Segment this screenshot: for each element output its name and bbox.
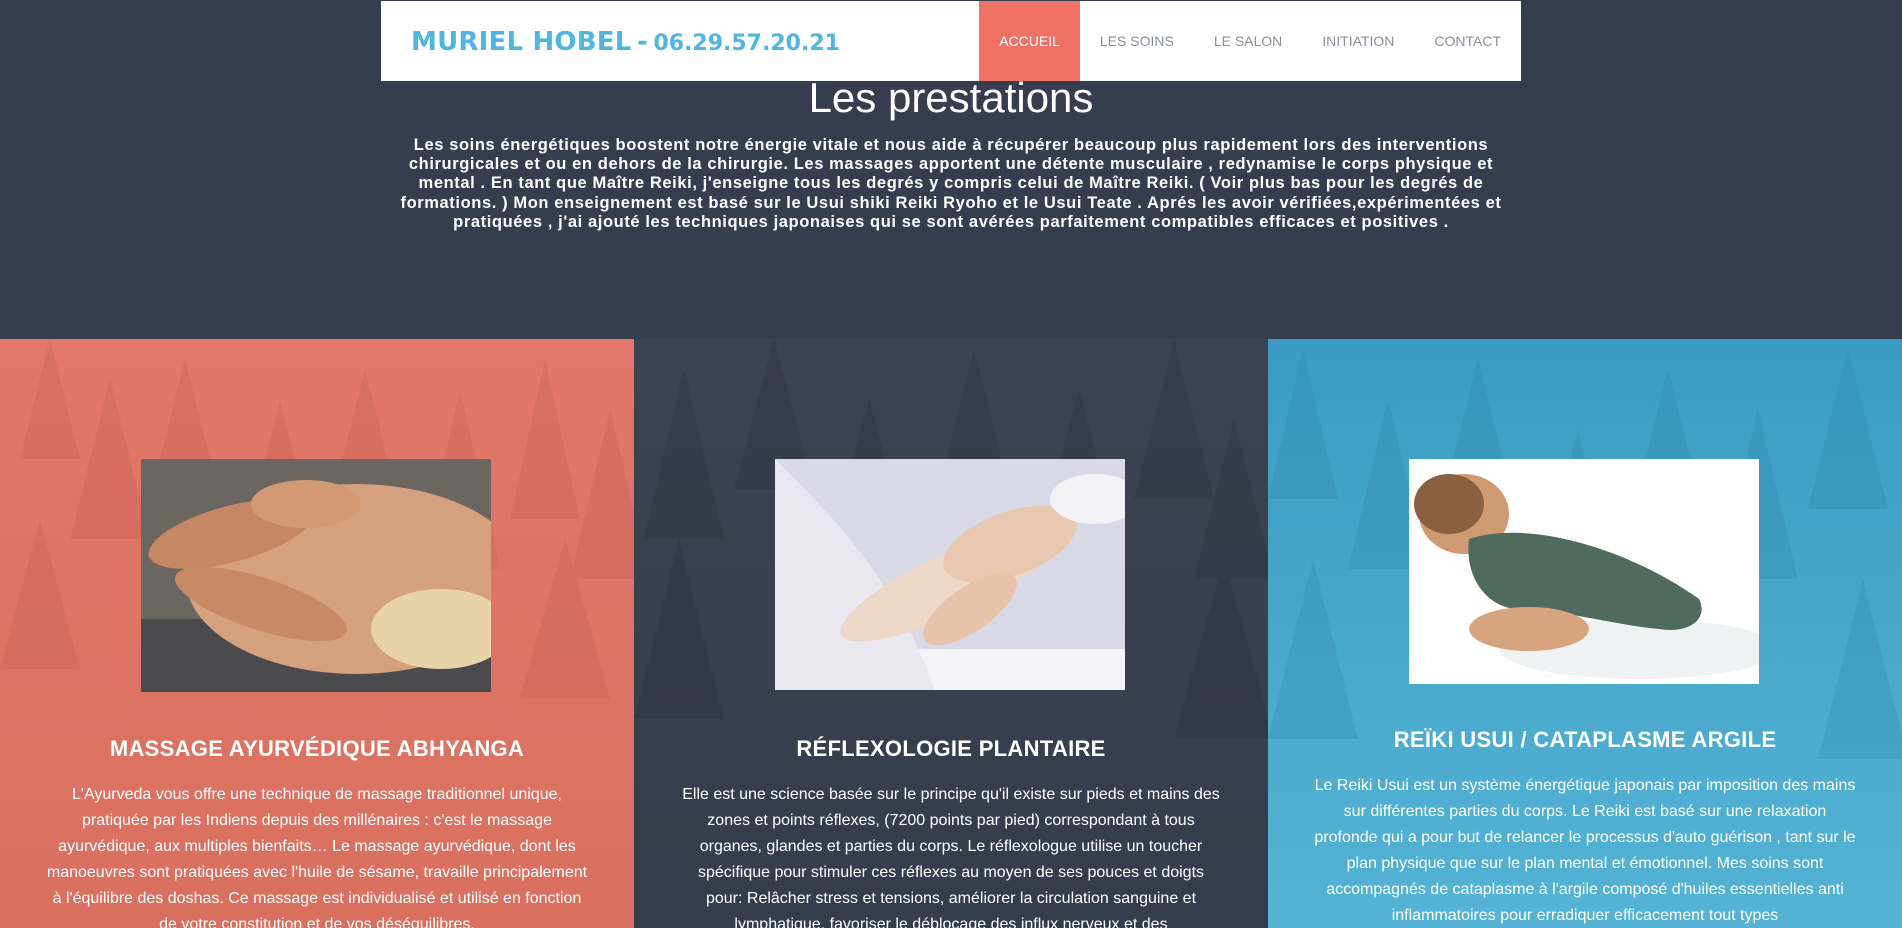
service-description: Elle est une science basée sur le princi… xyxy=(682,786,1220,928)
nav-item-les-soins[interactable]: LES SOINS xyxy=(1080,1,1194,81)
nav-item-initiation[interactable]: INITIATION xyxy=(1302,1,1414,81)
reiki-image xyxy=(1409,459,1759,684)
services-section: MASSAGE AYURVÉDIQUE ABHYANGA L'Ayurveda … xyxy=(0,339,1902,928)
main-nav: ACCUEIL LES SOINS LE SALON INITIATION CO… xyxy=(979,1,1521,81)
service-description: L'Ayurveda vous offre une technique de m… xyxy=(46,786,588,928)
service-title: MASSAGE AYURVÉDIQUE ABHYANGA xyxy=(109,736,525,761)
nav-item-accueil[interactable]: ACCUEIL xyxy=(979,1,1080,81)
section-title: Les prestations xyxy=(808,74,1094,121)
nav-item-le-salon[interactable]: LE SALON xyxy=(1194,1,1302,81)
massage-photo xyxy=(141,459,491,692)
reflexology-image xyxy=(775,459,1125,690)
brand-name: MURIEL HOBEL xyxy=(411,27,632,57)
intro-paragraph: Les soins énergétiques boostent notre én… xyxy=(400,136,1502,231)
massage-image xyxy=(141,459,491,692)
service-card-reflexologie: RÉFLEXOLOGIE PLANTAIRE Elle est une scie… xyxy=(634,339,1268,928)
reiki-photo xyxy=(1409,459,1759,684)
service-description: Le Reiki Usui est un système énergétique… xyxy=(1314,777,1856,924)
brand-separator: - xyxy=(637,27,648,57)
service-title: REÏKI USUI / CATAPLASME ARGILE xyxy=(1393,727,1777,752)
site-brand[interactable]: MURIEL HOBEL - 06.29.57.20.21 xyxy=(411,27,840,57)
service-title: RÉFLEXOLOGIE PLANTAIRE xyxy=(796,736,1106,761)
service-card-reiki: REÏKI USUI / CATAPLASME ARGILE Le Reiki … xyxy=(1268,339,1902,928)
header-bar: MURIEL HOBEL - 06.29.57.20.21 ACCUEIL LE… xyxy=(381,1,1521,81)
nav-item-contact[interactable]: CONTACT xyxy=(1414,1,1521,81)
brand-phone: 06.29.57.20.21 xyxy=(653,31,840,56)
page: MURIEL HOBEL - 06.29.57.20.21 ACCUEIL LE… xyxy=(0,0,1902,928)
service-card-massage: MASSAGE AYURVÉDIQUE ABHYANGA L'Ayurveda … xyxy=(0,339,634,928)
reflexology-photo xyxy=(775,459,1125,690)
